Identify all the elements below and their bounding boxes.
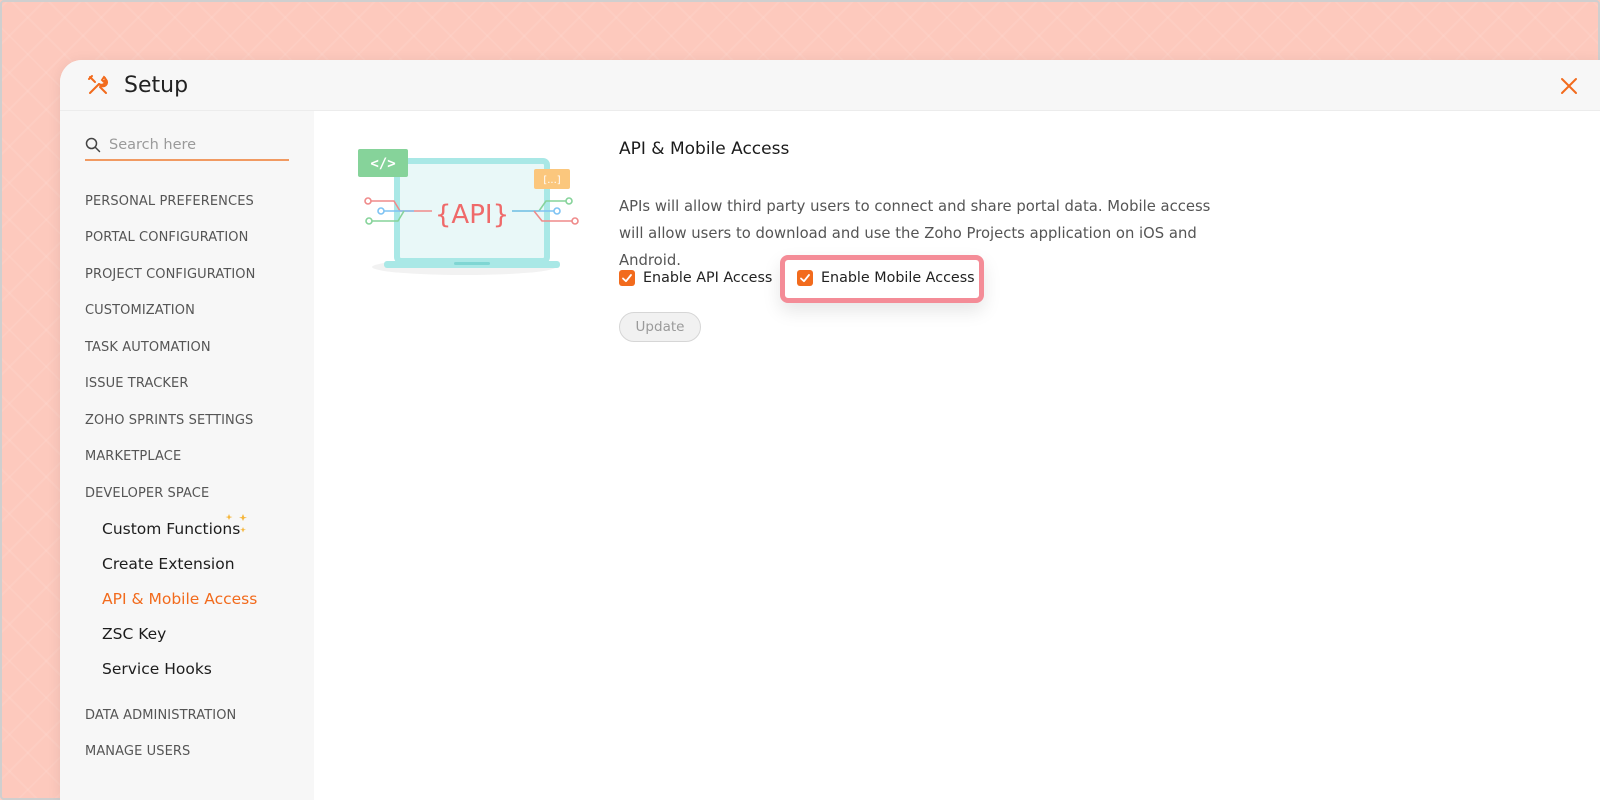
check-icon (800, 274, 810, 283)
api-illustration: </> [...] {API} (358, 149, 579, 275)
sidebar-item-zsc-key[interactable]: ZSC Key (102, 625, 166, 643)
enable-mobile-access-label: Enable Mobile Access (821, 270, 975, 286)
sidebar: PERSONAL PREFERENCES PORTAL CONFIGURATIO… (60, 111, 314, 800)
sidebar-item-personal-preferences[interactable]: PERSONAL PREFERENCES (85, 194, 254, 209)
checkbox-checked[interactable] (619, 270, 635, 286)
search-input[interactable] (109, 137, 279, 153)
section-title: API & Mobile Access (619, 139, 790, 159)
sidebar-item-developer-space[interactable]: DEVELOPER SPACE (85, 486, 209, 501)
setup-window: Setup PERSONAL PREFERENCES PORTAL CONFIG… (60, 60, 1600, 800)
enable-mobile-access-checkbox[interactable]: Enable Mobile Access (797, 270, 975, 286)
bracket-badge-text: [...] (543, 175, 560, 186)
api-label: {API} (435, 200, 509, 230)
sidebar-item-marketplace[interactable]: MARKETPLACE (85, 449, 181, 464)
sidebar-item-portal-configuration[interactable]: PORTAL CONFIGURATION (85, 230, 248, 245)
sparkle-icon (225, 514, 247, 533)
sidebar-item-create-extension[interactable]: Create Extension (102, 555, 235, 573)
checkbox-checked[interactable] (797, 270, 813, 286)
enable-api-access-label: Enable API Access (643, 270, 773, 286)
search-icon (85, 137, 101, 153)
tools-icon (88, 75, 109, 94)
page-title: Setup (124, 73, 189, 98)
code-badge-text: </> (370, 156, 395, 172)
sidebar-item-project-configuration[interactable]: PROJECT CONFIGURATION (85, 267, 255, 282)
update-button[interactable]: Update (619, 312, 701, 342)
main-content: </> [...] {API} API & Mobile Access APIs… (314, 111, 1600, 800)
check-icon (622, 274, 632, 283)
sidebar-item-manage-users[interactable]: MANAGE USERS (85, 744, 190, 759)
sidebar-item-api-mobile-access[interactable]: API & Mobile Access (102, 590, 257, 608)
sidebar-item-customization[interactable]: CUSTOMIZATION (85, 303, 195, 318)
enable-api-access-checkbox[interactable]: Enable API Access (619, 270, 772, 286)
setup-header: Setup (60, 60, 1600, 111)
sidebar-item-task-automation[interactable]: TASK AUTOMATION (85, 340, 211, 355)
sidebar-item-issue-tracker[interactable]: ISSUE TRACKER (85, 376, 188, 391)
sidebar-item-zoho-sprints-settings[interactable]: ZOHO SPRINTS SETTINGS (85, 413, 253, 428)
close-icon[interactable] (1558, 75, 1580, 97)
sidebar-item-data-administration[interactable]: DATA ADMINISTRATION (85, 708, 236, 723)
search-box[interactable] (85, 131, 289, 161)
sidebar-item-custom-functions[interactable]: Custom Functions (102, 520, 240, 538)
sidebar-item-service-hooks[interactable]: Service Hooks (102, 660, 212, 678)
